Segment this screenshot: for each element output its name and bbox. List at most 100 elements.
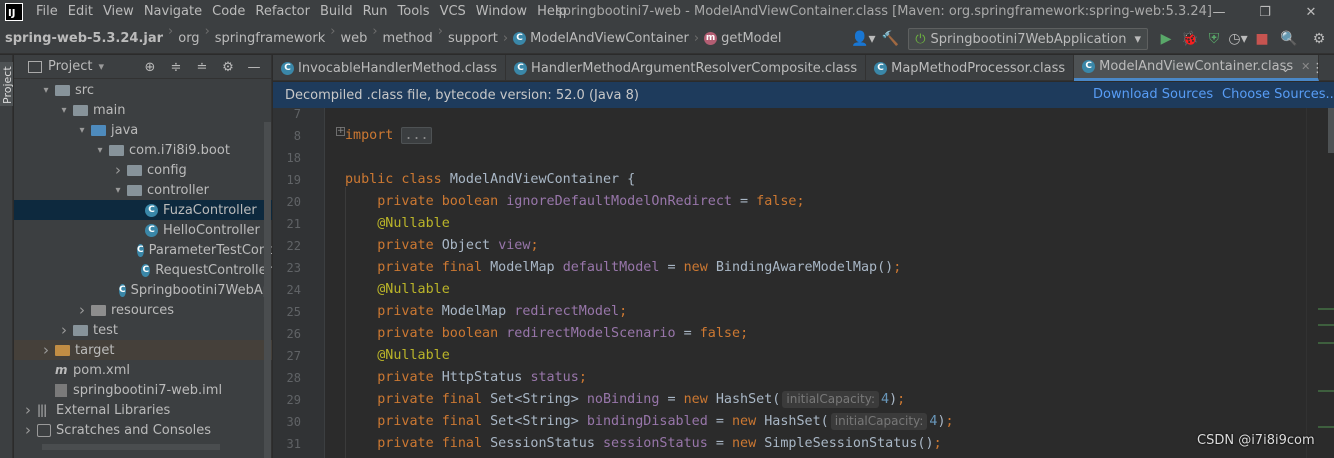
chevron-down-icon[interactable]: ▾: [58, 105, 70, 116]
code-token: private final: [345, 414, 491, 429]
code-editor[interactable]: import ... public class ModelAndViewConta…: [326, 108, 1306, 458]
tree-item[interactable]: ▾ com.i7i8i9.boot: [14, 140, 272, 160]
debug-icon[interactable]: 🐞: [1178, 27, 1202, 51]
updates-icon[interactable]: ⚙: [1304, 27, 1334, 51]
breadcrumb-jar[interactable]: spring-web-5.3.24.jar: [0, 24, 163, 54]
tree-item[interactable]: ▾ main: [14, 100, 272, 120]
tree-item-label: FuzaController: [163, 202, 257, 218]
chevron-down-icon[interactable]: ▾: [76, 125, 88, 136]
tree-horizontal-scrollbar[interactable]: [42, 444, 220, 450]
class-icon: C: [874, 61, 888, 75]
tree-item[interactable]: ›CFuzaController: [14, 200, 272, 220]
chevron-down-icon[interactable]: ▾: [112, 185, 124, 196]
chevron-right-icon[interactable]: ›: [22, 421, 34, 439]
breadcrumb-item-springframework[interactable]: springframework: [215, 24, 325, 54]
source-folder-icon: [91, 124, 106, 136]
gear-icon[interactable]: ⚙: [215, 60, 241, 75]
menu-file[interactable]: File: [31, 0, 63, 24]
tree-item[interactable]: ▾ controller: [14, 180, 272, 200]
class-icon: C: [145, 223, 158, 237]
stop-icon[interactable]: ■: [1250, 27, 1274, 51]
menu-build[interactable]: Build: [315, 0, 358, 24]
expand-all-icon[interactable]: ≑: [163, 60, 189, 75]
tree-item[interactable]: › resources: [14, 300, 272, 320]
change-marker[interactable]: [1318, 342, 1334, 344]
coverage-icon[interactable]: ⛨: [1202, 27, 1226, 51]
breadcrumb-item-support[interactable]: support: [448, 24, 498, 54]
tree-item[interactable]: ›CSpringbootini7WebApplication: [14, 280, 272, 300]
collapse-all-icon[interactable]: ≐: [189, 60, 215, 75]
profile-icon[interactable]: ◷▾: [1226, 27, 1250, 51]
chevron-right-icon[interactable]: ›: [40, 341, 52, 359]
editor-marker-bar[interactable]: [1306, 108, 1334, 458]
breadcrumb-item-org[interactable]: org: [178, 24, 199, 54]
chevron-down-icon[interactable]: ▾: [94, 145, 106, 156]
tree-item[interactable]: ▾ java: [14, 120, 272, 140]
breadcrumb-item-method[interactable]: method: [383, 24, 433, 54]
menu-tools[interactable]: Tools: [393, 0, 435, 24]
menu-window[interactable]: Window: [471, 0, 532, 24]
run-icon[interactable]: ▶: [1154, 27, 1178, 51]
menu-run[interactable]: Run: [358, 0, 393, 24]
chevron-right-icon[interactable]: ›: [58, 321, 70, 339]
hide-icon[interactable]: —: [241, 60, 267, 75]
tree-item[interactable]: ›springbootini7-web.iml: [14, 380, 272, 400]
code-line: private boolean redirectModelScenario = …: [326, 323, 1306, 345]
change-marker[interactable]: [1318, 324, 1334, 326]
change-marker[interactable]: [1318, 426, 1334, 428]
breadcrumb-method[interactable]: m getModel: [704, 24, 781, 54]
menu-edit[interactable]: Edit: [63, 0, 98, 24]
breadcrumb-separator-icon: ›: [168, 23, 174, 39]
folded-imports[interactable]: ...: [401, 127, 432, 144]
tree-item[interactable]: › target: [14, 340, 272, 360]
editor-tab[interactable]: C HandlerMethodArgumentResolverComposite.…: [506, 55, 867, 81]
fold-expand-icon[interactable]: +: [336, 127, 345, 136]
tree-item[interactable]: ▾ src: [14, 80, 272, 100]
tree-item[interactable]: › ||| External Libraries: [14, 400, 272, 420]
code-token: private: [345, 304, 442, 319]
chevron-right-icon[interactable]: ›: [22, 401, 34, 419]
editor-tab[interactable]: C MapMethodProcessor.class: [866, 55, 1075, 81]
editor-tab-label: HandlerMethodArgumentResolverComposite.c…: [531, 60, 858, 76]
close-button[interactable]: ✕: [1288, 0, 1334, 24]
project-tool-window-button[interactable]: Project: [0, 62, 14, 106]
change-marker[interactable]: [1318, 308, 1334, 310]
chevron-down-icon[interactable]: ⌄: [1280, 61, 1291, 76]
code-token: =: [707, 436, 732, 451]
menu-view[interactable]: View: [98, 0, 139, 24]
menu-refactor[interactable]: Refactor: [250, 0, 315, 24]
chevron-down-icon[interactable]: ▾: [40, 85, 52, 96]
minimize-button[interactable]: —: [1196, 0, 1242, 24]
tree-vertical-scrollbar[interactable]: [264, 122, 271, 458]
user-icon[interactable]: 👤▾: [848, 27, 878, 51]
locate-icon[interactable]: ⊕: [137, 60, 163, 75]
search-icon[interactable]: 🔍: [1274, 27, 1304, 51]
breadcrumb-class[interactable]: C ModelAndViewContainer: [513, 24, 689, 54]
run-configuration-select[interactable]: ⏻ Springbootini7WebApplication ▾: [908, 28, 1148, 50]
chevron-right-icon[interactable]: ›: [76, 301, 88, 319]
project-panel-title[interactable]: Project: [48, 59, 92, 74]
download-sources-link[interactable]: Download Sources: [1093, 82, 1213, 108]
maximize-button[interactable]: ❐: [1242, 0, 1288, 24]
tree-item[interactable]: ›mpom.xml: [14, 360, 272, 380]
chevron-down-icon[interactable]: ▾: [98, 60, 104, 73]
build-hammer-icon[interactable]: 🔨: [878, 27, 902, 51]
folder-icon: [127, 164, 142, 176]
breadcrumb-item-web[interactable]: web: [340, 24, 367, 54]
menu-navigate[interactable]: Navigate: [139, 0, 207, 24]
menu-vcs[interactable]: VCS: [435, 0, 471, 24]
change-marker[interactable]: [1318, 390, 1334, 392]
code-token: 4: [881, 392, 890, 407]
editor-scrollbar-thumb[interactable]: [1328, 108, 1334, 153]
tree-item[interactable]: › test: [14, 320, 272, 340]
tree-item[interactable]: › config: [14, 160, 272, 180]
menu-code[interactable]: Code: [207, 0, 250, 24]
chevron-right-icon[interactable]: ›: [112, 161, 124, 179]
tree-item[interactable]: ›CHelloController: [14, 220, 272, 240]
tree-item[interactable]: ›CRequestController: [14, 260, 272, 280]
tree-item[interactable]: ›CParameterTestController: [14, 240, 272, 260]
choose-sources-link[interactable]: Choose Sources...: [1222, 82, 1334, 108]
tree-item[interactable]: › Scratches and Consoles: [14, 420, 272, 440]
more-icon[interactable]: ⋮: [1311, 61, 1324, 76]
editor-tab[interactable]: C InvocableHandlerMethod.class: [273, 55, 507, 81]
